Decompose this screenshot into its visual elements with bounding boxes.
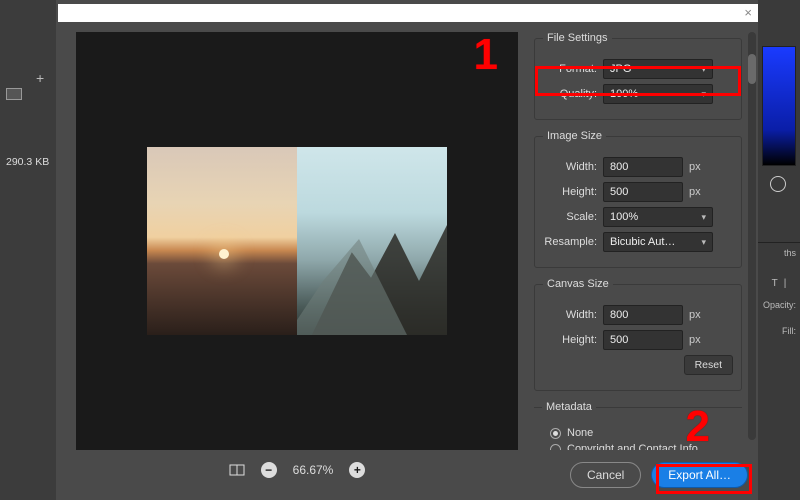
unit-label: px (689, 309, 707, 321)
sep-icon: | (784, 278, 787, 289)
metadata-group: Metadata None Copyright and Contact Info (534, 401, 742, 450)
zoom-in-button[interactable]: + (349, 462, 365, 478)
unit-label: px (689, 161, 707, 173)
quality-label: Quality: (543, 88, 597, 100)
canvas-size-legend: Canvas Size (543, 278, 613, 290)
zoom-level-readout: 66.67% (293, 463, 334, 477)
format-value: JPG (610, 63, 631, 75)
radio-unselected-icon (550, 444, 561, 451)
scrollbar-thumb[interactable] (748, 54, 756, 84)
scale-select[interactable]: 100% ▾ (603, 207, 713, 227)
color-picker-ring-icon (770, 176, 786, 192)
split-preview-icon[interactable] (229, 462, 245, 478)
chevron-down-icon: ▾ (701, 212, 706, 223)
annotation-callout-1: 1 (474, 30, 498, 80)
cancel-button[interactable]: Cancel (570, 462, 641, 488)
annotation-callout-2: 2 (686, 402, 710, 452)
metadata-legend: Metadata (542, 401, 596, 413)
settings-panel: File Settings Format: JPG ▾ Quality: 100… (526, 22, 758, 450)
settings-scrollbar[interactable] (748, 32, 756, 440)
layer-thumbnail[interactable] (6, 88, 22, 100)
app-left-panel: + 290.3 KB (0, 0, 56, 500)
paths-tab-label: ths (784, 248, 796, 258)
zoom-out-button[interactable]: − (261, 462, 277, 478)
canvas-width-label: Width: (543, 309, 597, 321)
canvas-height-label: Height: (543, 334, 597, 346)
chevron-down-icon: ▾ (701, 237, 706, 248)
image-size-group: Image Size Width: px Height: px Scale: 1… (534, 130, 742, 268)
opacity-label: Opacity: (763, 300, 796, 310)
resample-select[interactable]: Bicubic Aut… ▾ (603, 232, 713, 252)
unit-label: px (689, 334, 707, 346)
canvas-size-group: Canvas Size Width: px Height: px Reset (534, 278, 742, 391)
format-select[interactable]: JPG ▾ (603, 59, 713, 79)
canvas-height-input[interactable] (603, 330, 683, 350)
chevron-down-icon: ▾ (701, 64, 706, 75)
reset-button[interactable]: Reset (684, 355, 733, 375)
panel-tool-icons: T| (762, 278, 796, 289)
color-gradient-swatch (762, 46, 796, 166)
preview-canvas (76, 32, 518, 450)
zoom-toolbar: − 66.67% + (76, 456, 518, 484)
panel-divider (758, 242, 800, 243)
export-all-button[interactable]: Export All… (651, 462, 748, 488)
file-settings-group: File Settings Format: JPG ▾ Quality: 100… (534, 32, 742, 120)
height-input[interactable] (603, 182, 683, 202)
image-size-legend: Image Size (543, 130, 606, 142)
unit-label: px (689, 186, 707, 198)
file-settings-legend: File Settings (543, 32, 612, 44)
metadata-none-label: None (567, 427, 593, 439)
chevron-down-icon: ▾ (701, 89, 706, 100)
quality-select[interactable]: 100% ▾ (603, 84, 713, 104)
fill-label: Fill: (782, 326, 796, 336)
dialog-footer: Cancel Export All… (570, 458, 748, 492)
format-label: Format: (543, 63, 597, 75)
resample-label: Resample: (543, 236, 597, 248)
resample-value: Bicubic Aut… (610, 236, 675, 248)
add-icon[interactable]: + (36, 70, 44, 86)
preview-image (147, 147, 447, 335)
canvas-width-input[interactable] (603, 305, 683, 325)
scale-label: Scale: (543, 211, 597, 223)
scale-value: 100% (610, 211, 638, 223)
type-tool-icon: T (772, 278, 778, 289)
metadata-copyright-label: Copyright and Contact Info (567, 443, 698, 450)
close-icon[interactable]: × (744, 5, 752, 20)
quality-value: 100% (610, 88, 638, 100)
radio-selected-icon (550, 428, 561, 439)
preview-left-half (147, 147, 297, 335)
export-dialog: − 66.67% + File Settings Format: JPG ▾ Q… (58, 22, 758, 500)
file-size-readout: 290.3 KB (6, 156, 49, 168)
preview-right-half (297, 147, 447, 335)
height-label: Height: (543, 186, 597, 198)
width-label: Width: (543, 161, 597, 173)
dialog-title-bar: × (58, 4, 758, 22)
width-input[interactable] (603, 157, 683, 177)
app-right-panel: ths T| Opacity: Fill: (758, 0, 800, 500)
